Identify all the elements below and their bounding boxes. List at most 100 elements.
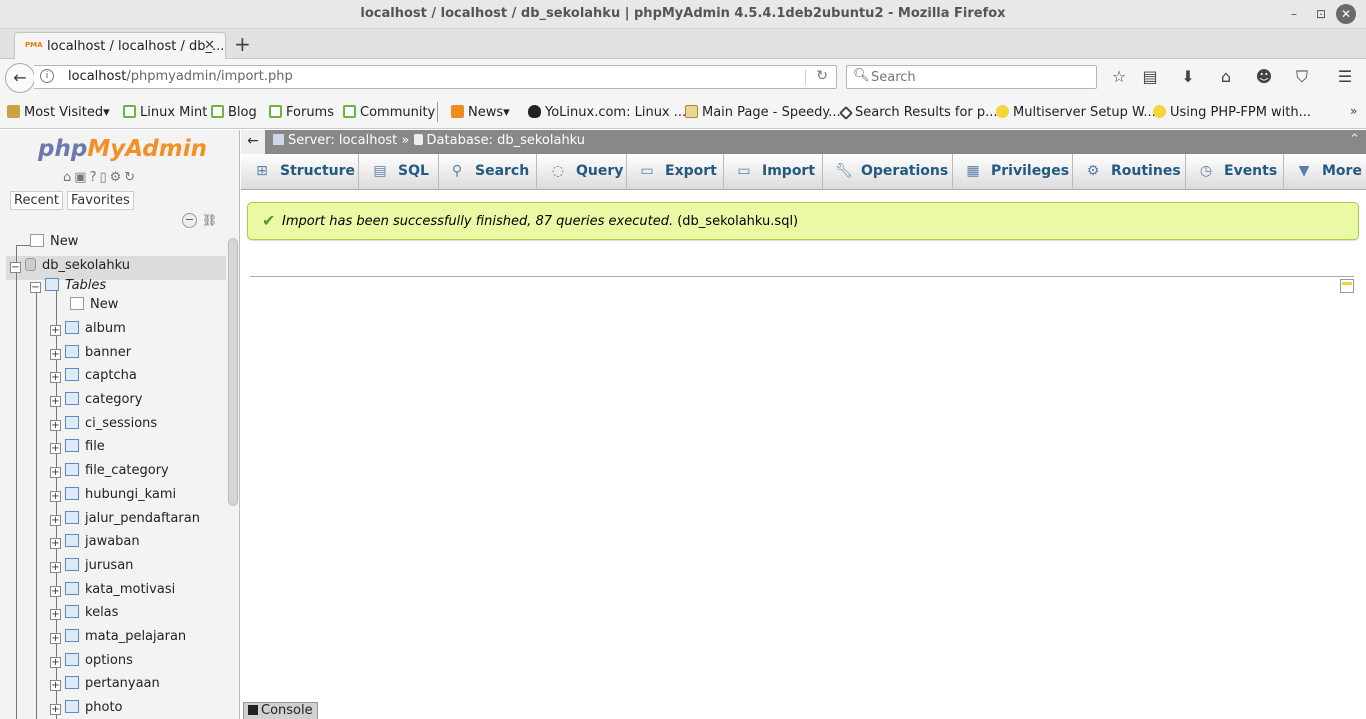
- smiley-icon[interactable]: ☻: [1254, 67, 1274, 86]
- bookmark-linux-mint[interactable]: Linux Mint: [123, 105, 207, 120]
- tree-table-item[interactable]: + album: [50, 321, 126, 343]
- tree-database[interactable]: − db_sekolahku: [10, 258, 130, 280]
- tab-import[interactable]: ▭ Import: [724, 154, 823, 190]
- pocket-icon[interactable]: ⛉: [1292, 67, 1312, 87]
- expand-icon[interactable]: +: [50, 372, 61, 383]
- expand-icon[interactable]: +: [50, 633, 61, 644]
- tree-table-item[interactable]: + banner: [50, 345, 131, 367]
- expand-icon[interactable]: +: [50, 657, 61, 668]
- breadcrumb-database[interactable]: Database: db_sekolahku: [427, 133, 586, 148]
- tab-search[interactable]: ⚲ Search: [439, 154, 537, 190]
- tab-routines[interactable]: ⚙ Routines: [1073, 154, 1186, 190]
- reading-list-icon[interactable]: ▤: [1140, 67, 1160, 86]
- recent-tab[interactable]: Recent: [10, 191, 63, 210]
- tab-query[interactable]: ◌ Query: [537, 154, 627, 190]
- bookmark-yolinux[interactable]: YoLinux.com: Linux ...: [528, 105, 686, 120]
- close-tab-icon[interactable]: ✕: [204, 38, 215, 53]
- tree-table-item[interactable]: + category: [50, 392, 142, 414]
- collapse-icon[interactable]: −: [10, 262, 21, 273]
- bookmark-multiserver[interactable]: Multiserver Setup W...: [996, 105, 1156, 120]
- console-toggle[interactable]: Console: [243, 702, 318, 719]
- tree-table-item[interactable]: + kelas: [50, 605, 118, 627]
- expand-icon[interactable]: +: [50, 562, 61, 573]
- tree-table-item[interactable]: + pertanyaan: [50, 676, 160, 698]
- search-input[interactable]: [871, 68, 1091, 86]
- tree-table-item[interactable]: + mata_pelajaran: [50, 629, 186, 651]
- tab-export[interactable]: ▭ Export: [627, 154, 724, 190]
- tree-table-item[interactable]: + ci_sessions: [50, 416, 157, 438]
- bookmark-most-visited[interactable]: Most Visited▾: [7, 105, 110, 120]
- expand-icon[interactable]: +: [50, 420, 61, 431]
- tab-structure[interactable]: ⊞ Structure: [241, 154, 359, 190]
- breadcrumb-server[interactable]: Server: localhost: [288, 133, 397, 148]
- bookmark-main-page[interactable]: Main Page - Speedy...: [685, 105, 841, 120]
- tree-new-database[interactable]: New: [30, 234, 78, 256]
- bookmark-community[interactable]: Community: [343, 105, 435, 120]
- site-info-icon[interactable]: i: [40, 69, 54, 83]
- expand-icon[interactable]: +: [50, 538, 61, 549]
- expand-icon[interactable]: +: [50, 586, 61, 597]
- phpmyadmin-logo[interactable]: phpMyAdmin: [38, 136, 207, 162]
- browser-tab-active[interactable]: PMA localhost / localhost / db_... ✕: [14, 32, 226, 60]
- expand-icon[interactable]: +: [50, 515, 61, 526]
- expand-icon[interactable]: +: [50, 325, 61, 336]
- menu-icon[interactable]: ☰: [1335, 67, 1355, 86]
- expand-icon[interactable]: +: [50, 491, 61, 502]
- tree-table-item[interactable]: + captcha: [50, 368, 137, 390]
- new-tab-button[interactable]: +: [234, 32, 251, 56]
- search-box[interactable]: 🔍︎: [846, 65, 1097, 89]
- expand-icon[interactable]: +: [50, 443, 61, 454]
- download-icon[interactable]: ⬇: [1178, 67, 1198, 86]
- tab-sql[interactable]: ▤ SQL: [359, 154, 439, 190]
- tab-events[interactable]: ◷ Events: [1186, 154, 1284, 190]
- collapse-icon[interactable]: −: [30, 282, 41, 293]
- tree-table-item[interactable]: + kata_motivasi: [50, 582, 175, 604]
- bookmark-forums[interactable]: Forums: [269, 105, 334, 120]
- expand-icon[interactable]: +: [50, 349, 61, 360]
- tree-table-item[interactable]: + hubungi_kami: [50, 487, 176, 509]
- settings-gear-icon[interactable]: ⚙: [110, 170, 125, 185]
- favorites-tab[interactable]: Favorites: [67, 191, 134, 210]
- collapse-all-icon[interactable]: −: [182, 213, 197, 228]
- expand-icon[interactable]: +: [50, 396, 61, 407]
- star-icon[interactable]: ☆: [1109, 67, 1129, 86]
- tab-more[interactable]: ▼ More: [1284, 154, 1366, 190]
- collapse-panel-icon[interactable]: ←: [241, 130, 265, 154]
- expand-icon[interactable]: +: [50, 609, 61, 620]
- bookmarks-overflow-icon[interactable]: »: [1350, 104, 1357, 118]
- tree-scrollbar[interactable]: [228, 238, 238, 506]
- home-icon[interactable]: ⌂: [63, 170, 74, 185]
- tab-operations[interactable]: 🔧︎ Operations: [823, 154, 953, 190]
- close-window-button[interactable]: ✕: [1336, 4, 1356, 24]
- help-icon[interactable]: ?: [90, 170, 100, 185]
- bookmark-php-fpm[interactable]: Using PHP-FPM with...: [1153, 105, 1311, 120]
- note-icon[interactable]: [1340, 279, 1354, 293]
- expand-icon[interactable]: +: [50, 680, 61, 691]
- tree-table-item[interactable]: + file: [50, 439, 105, 461]
- minimize-button[interactable]: –: [1284, 4, 1304, 24]
- tree-table-item[interactable]: + file_category: [50, 463, 169, 485]
- back-button[interactable]: ←: [5, 63, 35, 93]
- tree-table-item[interactable]: + photo: [50, 700, 123, 719]
- url-text[interactable]: localhost/phpmyadmin/import.php: [68, 69, 293, 84]
- tree-table-item[interactable]: + options: [50, 653, 133, 675]
- tree-table-item[interactable]: + jalur_pendaftaran: [50, 511, 200, 533]
- maximize-button[interactable]: ⊡: [1311, 4, 1331, 24]
- home-icon[interactable]: ⌂: [1216, 67, 1236, 86]
- tree-table-item[interactable]: + jawaban: [50, 534, 140, 556]
- logout-icon[interactable]: ▣: [74, 170, 89, 185]
- tree-table-item[interactable]: + jurusan: [50, 558, 133, 580]
- url-bar[interactable]: i localhost/phpmyadmin/import.php ↻: [34, 65, 837, 89]
- bookmark-blog[interactable]: Blog: [211, 105, 257, 120]
- bookmark-news[interactable]: News▾: [451, 105, 510, 120]
- collapse-top-icon[interactable]: ⌃: [1349, 132, 1360, 147]
- reload-icon[interactable]: ↻: [816, 68, 828, 84]
- tab-privileges[interactable]: ▦ Privileges: [953, 154, 1073, 190]
- bookmark-search-results[interactable]: Search Results for p...: [838, 105, 998, 121]
- docs-icon[interactable]: ▯: [99, 170, 109, 185]
- reload-navigation-icon[interactable]: ↻: [124, 170, 138, 185]
- expand-icon[interactable]: +: [50, 704, 61, 715]
- link-with-main-icon[interactable]: ⛓: [202, 213, 217, 227]
- tree-new-table[interactable]: New: [70, 297, 118, 319]
- expand-icon[interactable]: +: [50, 467, 61, 478]
